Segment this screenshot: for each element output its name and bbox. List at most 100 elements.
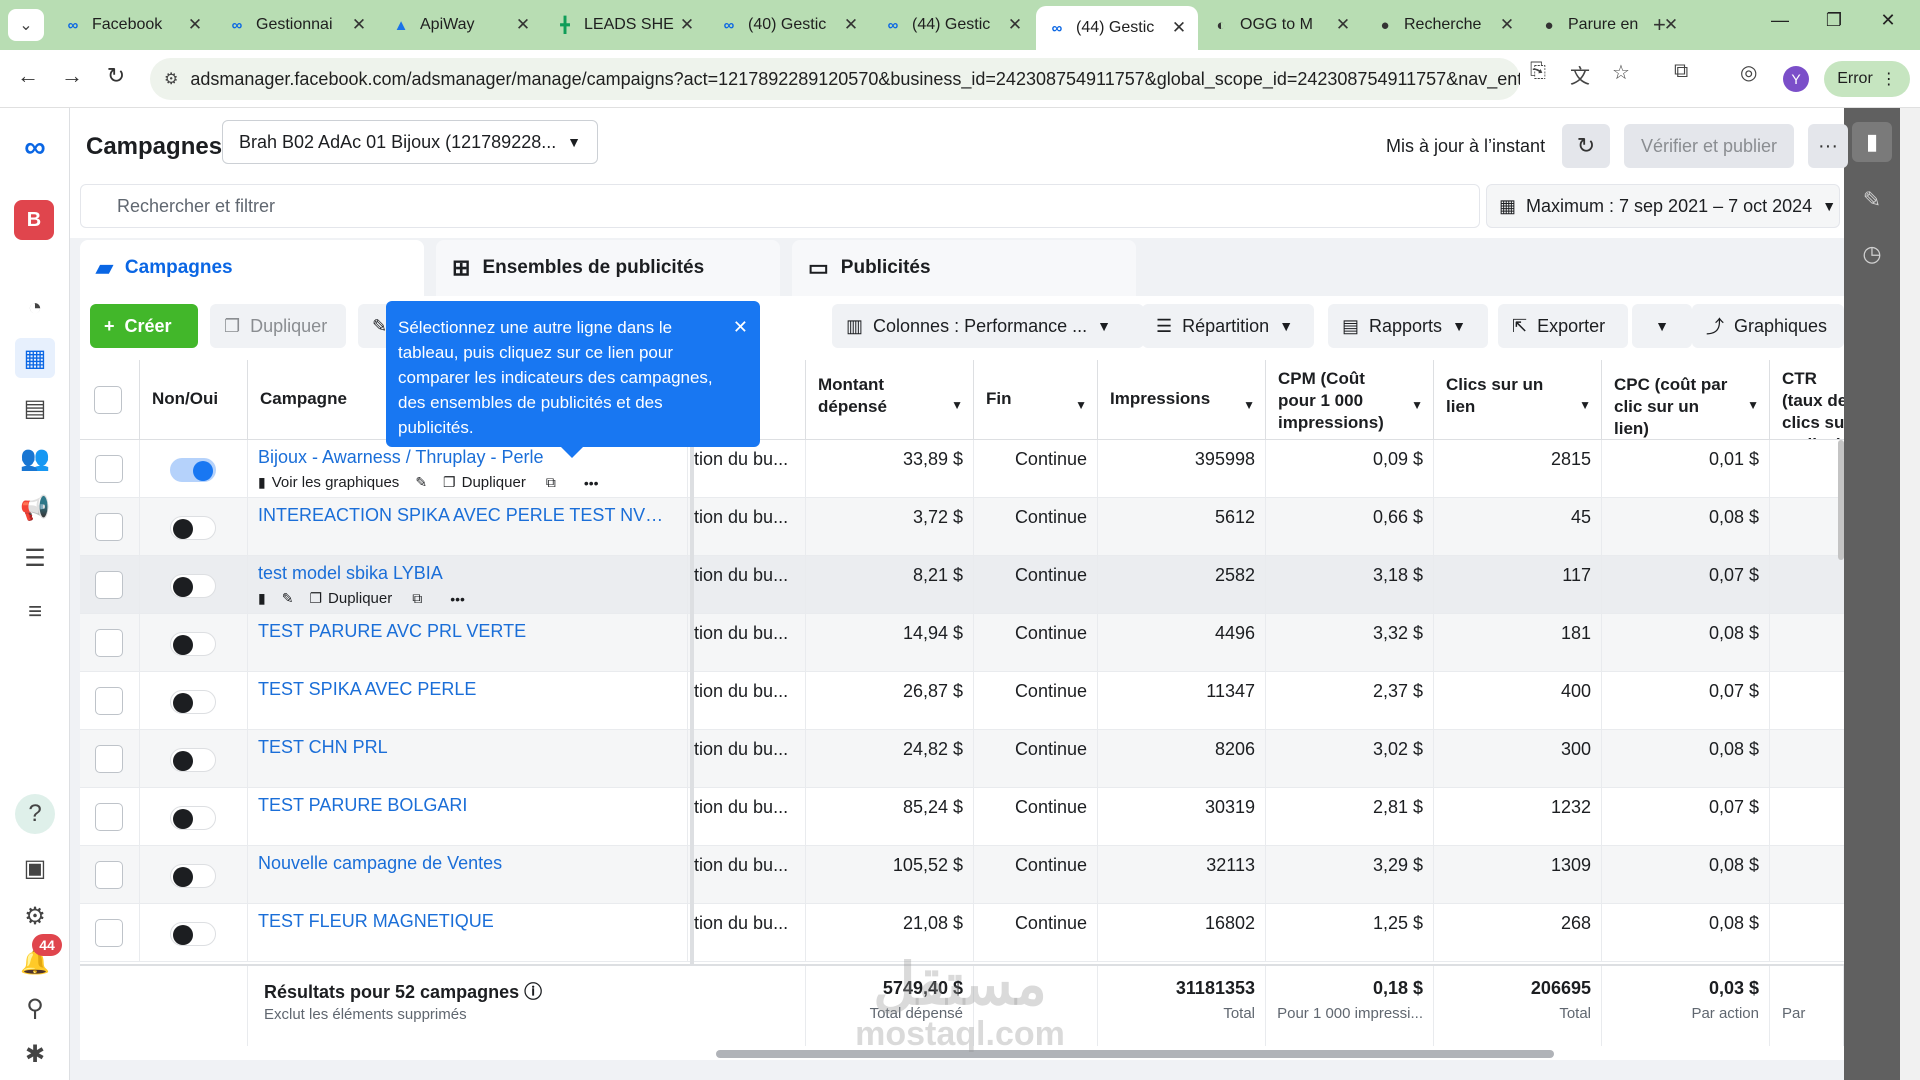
compare-icon[interactable]: ⧉: [412, 590, 422, 607]
table-row[interactable]: TEST PARURE BOLGARI ition du bu... 85,24 $…: [80, 788, 1844, 846]
tab-close-icon[interactable]: ✕: [678, 15, 696, 35]
bug-report-icon[interactable]: ✱: [15, 1034, 55, 1074]
megaphone-icon[interactable]: 📢: [15, 488, 55, 528]
header-clicks[interactable]: Clics sur un lien ▼: [1434, 360, 1602, 440]
header-impressions[interactable]: Impressions ▼: [1098, 360, 1266, 440]
error-menu-button[interactable]: Error ⋮: [1824, 61, 1910, 97]
bar-chart-icon[interactable]: ▮: [1852, 122, 1892, 162]
row-checkbox[interactable]: [95, 687, 123, 715]
billing-stack-icon[interactable]: ☰: [15, 538, 55, 578]
campaign-name-link[interactable]: Bijoux - Awarness / Thruplay - Perle: [248, 447, 668, 468]
bar-chart-icon[interactable]: ▮: [258, 474, 266, 491]
table-vertical-scrollbar[interactable]: [1838, 440, 1844, 560]
audiences-icon[interactable]: 👥: [15, 438, 55, 478]
profile-avatar[interactable]: Y: [1783, 66, 1809, 92]
compare-icon[interactable]: ⧉: [546, 474, 556, 491]
browser-tab[interactable]: ∞ (44) Gestic ✕: [872, 6, 1034, 44]
row-checkbox[interactable]: [95, 803, 123, 831]
tab-close-icon[interactable]: ✕: [1498, 15, 1516, 35]
campaign-name-link[interactable]: TEST PARURE AVC PRL VERTE: [248, 621, 668, 642]
bookmark-star-icon[interactable]: ☆: [1612, 60, 1630, 85]
review-publish-button[interactable]: Vérifier et publier: [1624, 124, 1794, 168]
browser-tab[interactable]: ∞ Facebook ✕: [52, 6, 214, 44]
history-clock-icon[interactable]: ◷: [1852, 234, 1892, 274]
browser-tab[interactable]: ╋ LEADS SHE ✕: [544, 6, 706, 44]
duplicate-link[interactable]: Dupliquer: [462, 474, 526, 491]
translate-icon[interactable]: 文: [1570, 60, 1590, 89]
header-end[interactable]: Fin ▼: [974, 360, 1098, 440]
hamburger-menu-icon[interactable]: ≡: [15, 592, 55, 632]
tab-close-icon[interactable]: ✕: [350, 15, 368, 35]
export-options-button[interactable]: ▼: [1632, 304, 1692, 348]
close-icon[interactable]: ✕: [733, 315, 748, 340]
tab-close-icon[interactable]: ✕: [1006, 15, 1024, 35]
reload-icon[interactable]: ↻: [100, 63, 132, 89]
minimize-icon[interactable]: —: [1760, 10, 1800, 31]
browser-tab[interactable]: ◐ OGG to M ✕: [1200, 6, 1362, 44]
campaign-name-link[interactable]: TEST CHN PRL: [248, 737, 668, 758]
ad-account-select[interactable]: Brah B02 AdAc 01 Bijoux (121789228... ▼: [222, 120, 598, 164]
table-row[interactable]: test model sbika LYBIA ▮ ✎ ❐ Dupliquer ⧉ ••• it…: [80, 556, 1844, 614]
campaign-on-off-toggle[interactable]: [170, 922, 216, 946]
table-row[interactable]: TEST SPIKA AVEC PERLE ition du bu... 26,87…: [80, 672, 1844, 730]
header-ctr[interactable]: CTR (taux de clics sur un lien): [1770, 360, 1844, 440]
ads-manager-table-icon[interactable]: ▦: [15, 338, 55, 378]
table-row[interactable]: Bijoux - Awarness / Thruplay - Perle ▮ Voi…: [80, 440, 1844, 498]
row-checkbox[interactable]: [95, 745, 123, 773]
forward-arrow-icon[interactable]: →: [56, 63, 88, 89]
tab-adsets[interactable]: ⊞ Ensembles de publicités: [436, 240, 780, 296]
tab-close-icon[interactable]: ✕: [514, 15, 532, 35]
info-icon[interactable]: ⓘ: [524, 982, 542, 1002]
browser-tab[interactable]: ▲ ApiWay ✕: [380, 6, 542, 44]
tab-close-icon[interactable]: ✕: [1170, 18, 1188, 38]
campaign-on-off-toggle[interactable]: [170, 632, 216, 656]
row-checkbox[interactable]: [95, 455, 123, 483]
row-checkbox[interactable]: [95, 571, 123, 599]
campaign-on-off-toggle[interactable]: [170, 864, 216, 888]
browser-tab[interactable]: ∞ Gestionnai ✕: [216, 6, 378, 44]
performance-icon[interactable]: ◎: [1740, 60, 1757, 85]
campaign-on-off-toggle[interactable]: [170, 690, 216, 714]
url-field[interactable]: ⚙ adsmanager.facebook.com/adsmanager/man…: [150, 58, 1520, 100]
campaign-name-link[interactable]: TEST FLEUR MAGNETIQUE: [248, 911, 668, 932]
campaign-on-off-toggle[interactable]: [170, 458, 216, 482]
edit-pencil-icon[interactable]: ✎: [1852, 180, 1892, 220]
tab-ads[interactable]: ▭ Publicités: [792, 240, 1136, 296]
ellipsis-icon[interactable]: •••: [450, 591, 465, 607]
install-app-icon[interactable]: ⎘: [1530, 60, 1546, 83]
ellipsis-icon[interactable]: •••: [584, 475, 599, 491]
browser-tab[interactable]: ∞ (44) Gestic ✕: [1036, 6, 1198, 50]
duplicate-button[interactable]: ❐ Dupliquer: [210, 304, 346, 348]
duplicate-icon[interactable]: ❐: [443, 474, 456, 491]
maximize-icon[interactable]: ❐: [1814, 10, 1854, 31]
help-question-icon[interactable]: ?: [15, 794, 55, 834]
duplicate-icon[interactable]: ❐: [309, 590, 322, 607]
date-range-picker[interactable]: ▦ Maximum : 7 sep 2021 – 7 oct 2024 ▼: [1486, 184, 1840, 228]
site-info-icon[interactable]: ⚙: [164, 69, 178, 89]
columns-button[interactable]: ▥ Colonnes : Performance ... ▼: [832, 304, 1144, 348]
back-arrow-icon[interactable]: ←: [12, 63, 44, 89]
tab-close-icon[interactable]: ✕: [842, 15, 860, 35]
pages-icon[interactable]: ▤: [15, 388, 55, 428]
campaign-on-off-toggle[interactable]: [170, 516, 216, 540]
select-all-checkbox[interactable]: [94, 386, 122, 414]
horizontal-scrollbar-thumb[interactable]: [716, 1050, 1554, 1058]
campaign-name-link[interactable]: TEST PARURE BOLGARI: [248, 795, 668, 816]
charts-button[interactable]: ⤴ Graphiques: [1692, 304, 1844, 348]
browser-tab[interactable]: ∞ (40) Gestic ✕: [708, 6, 870, 44]
export-button[interactable]: ⇱ Exporter: [1498, 304, 1628, 348]
table-row[interactable]: Nouvelle campagne de Ventes ition du bu..…: [80, 846, 1844, 904]
campaign-on-off-toggle[interactable]: [170, 806, 216, 830]
campaign-on-off-toggle[interactable]: [170, 574, 216, 598]
refresh-button[interactable]: ↻: [1562, 124, 1610, 168]
new-tab-plus-icon[interactable]: +: [1653, 12, 1666, 38]
edit-pencil-icon[interactable]: ✎: [415, 474, 427, 491]
row-checkbox[interactable]: [95, 629, 123, 657]
edit-pencil-icon[interactable]: ✎: [282, 590, 294, 607]
header-onoff[interactable]: Non/Oui: [140, 360, 248, 440]
header-cpc[interactable]: CPC (coût par clic sur un lien) ▼: [1602, 360, 1770, 440]
table-row[interactable]: TEST PARURE AVC PRL VERTE ition du bu... 1…: [80, 614, 1844, 672]
extensions-icon[interactable]: ⧉: [1674, 60, 1688, 83]
more-options-button[interactable]: ···: [1808, 124, 1848, 168]
tab-close-icon[interactable]: ✕: [1334, 15, 1352, 35]
